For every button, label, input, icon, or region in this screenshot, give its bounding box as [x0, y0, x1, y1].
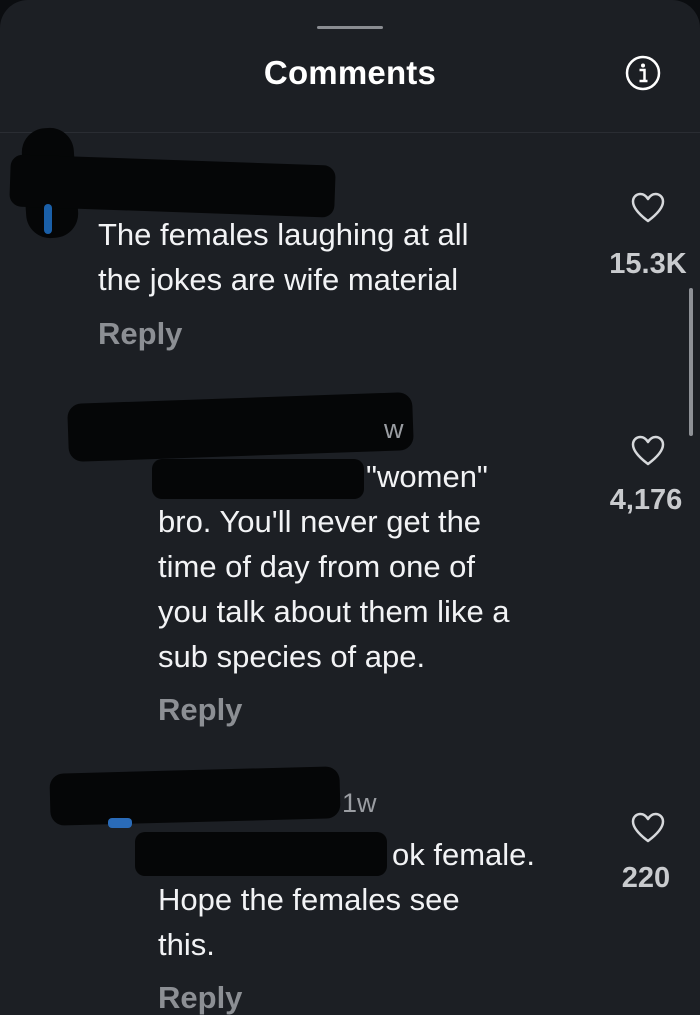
heart-outline-icon[interactable]	[630, 191, 666, 225]
comment-text-continued: bro. You'll never get the time of day fr…	[158, 504, 510, 674]
reply-button[interactable]: Reply	[158, 692, 242, 728]
avatar-edge	[44, 204, 52, 234]
redacted-username	[49, 766, 341, 826]
redacted-mention	[152, 459, 364, 499]
comments-sheet: Comments The females laughing at all the…	[0, 0, 700, 1015]
comment-text-continued: Hope the females see this.	[158, 882, 460, 962]
comment-timestamp: 1w	[342, 788, 377, 818]
comment-text: The females laughing at all the jokes ar…	[98, 217, 469, 297]
comment-text: "women"	[366, 459, 488, 494]
header-divider	[0, 132, 700, 133]
drag-handle[interactable]	[317, 26, 383, 29]
heart-outline-icon[interactable]	[630, 434, 666, 468]
like-count: 4,176	[609, 484, 683, 516]
comment-text: ok female.	[392, 837, 536, 872]
avatar-edge	[108, 818, 132, 828]
page-title: Comments	[263, 54, 437, 91]
reply-button[interactable]: Reply	[158, 980, 242, 1015]
reply-button[interactable]: Reply	[98, 316, 182, 352]
info-icon[interactable]	[625, 55, 661, 91]
redacted-mention	[135, 832, 387, 876]
like-count: 15.3K	[609, 248, 687, 280]
redacted-username	[67, 391, 414, 463]
comment-timestamp: w	[384, 414, 404, 444]
scrollbar[interactable]	[689, 288, 693, 436]
like-count: 220	[621, 862, 671, 894]
heart-outline-icon[interactable]	[630, 811, 666, 845]
